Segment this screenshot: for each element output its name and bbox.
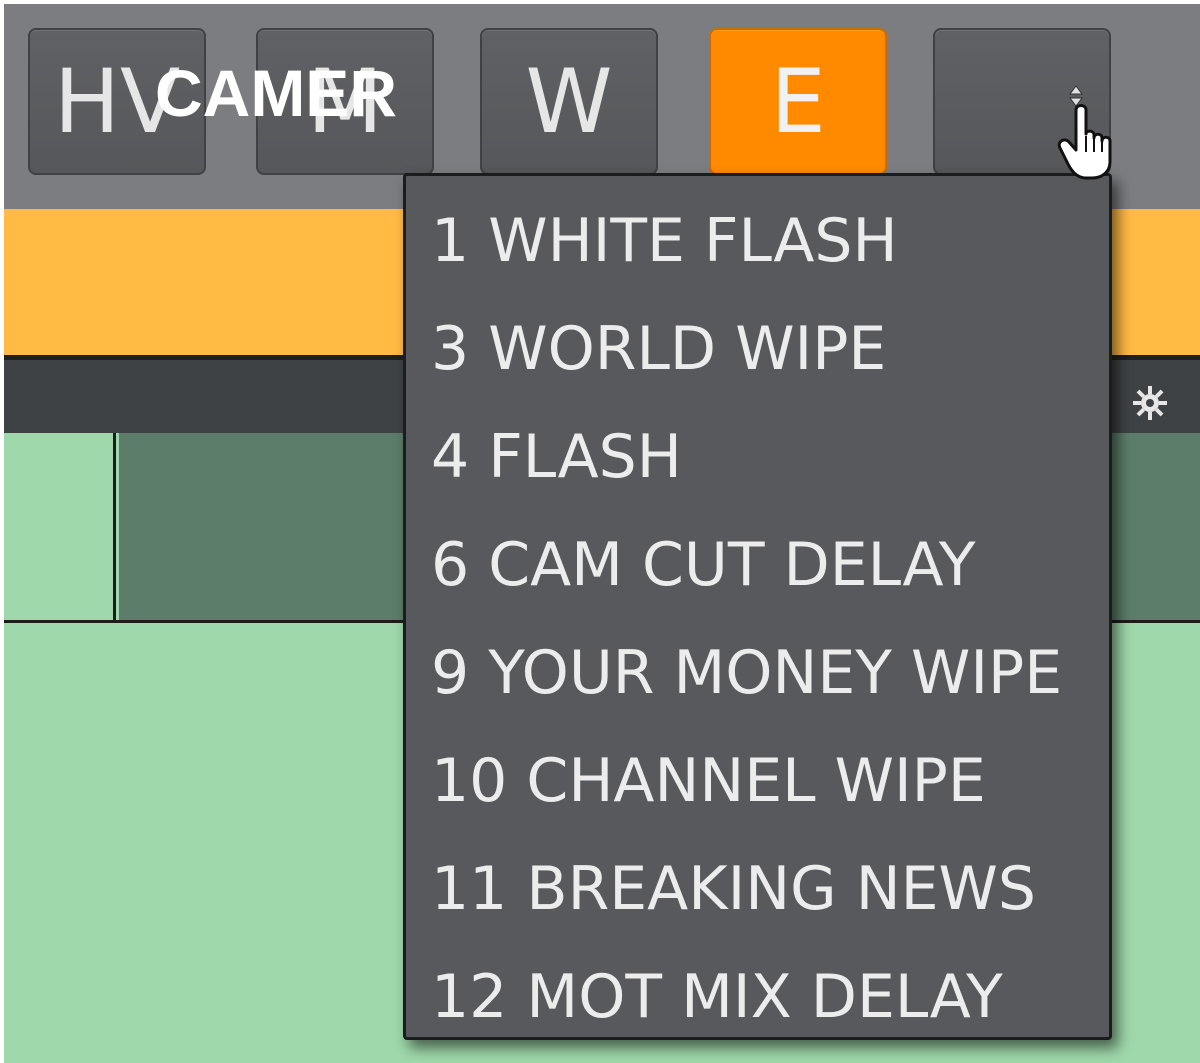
dropdown-item[interactable]: 10 CHANNEL WIPE <box>406 738 1109 846</box>
dropdown-item[interactable]: 9 YOUR MONEY WIPE <box>406 630 1109 738</box>
hand-pointer-icon <box>1056 80 1126 180</box>
dropdown-item[interactable]: 3 WORLD WIPE <box>406 306 1109 414</box>
dropdown-item[interactable]: 11 BREAKING NEWS <box>406 846 1109 954</box>
camera-tile-label: CAMER <box>155 56 397 130</box>
dropdown-item[interactable]: 1 WHITE FLASH <box>406 198 1109 306</box>
camera-strip-left-cell <box>4 433 116 620</box>
dropdown-item[interactable]: 12 MOT MIX DELAY <box>406 954 1109 1062</box>
dropdown-item[interactable]: 6 CAM CUT DELAY <box>406 522 1109 630</box>
toolbar-button-w[interactable]: W <box>480 28 658 175</box>
effects-dropdown-menu: 1 WHITE FLASH 3 WORLD WIPE 4 FLASH 6 CAM… <box>403 173 1112 1040</box>
dropdown-item[interactable]: 4 FLASH <box>406 414 1109 522</box>
gear-icon[interactable] <box>1130 383 1170 423</box>
toolbar-button-e[interactable]: E <box>709 28 887 175</box>
